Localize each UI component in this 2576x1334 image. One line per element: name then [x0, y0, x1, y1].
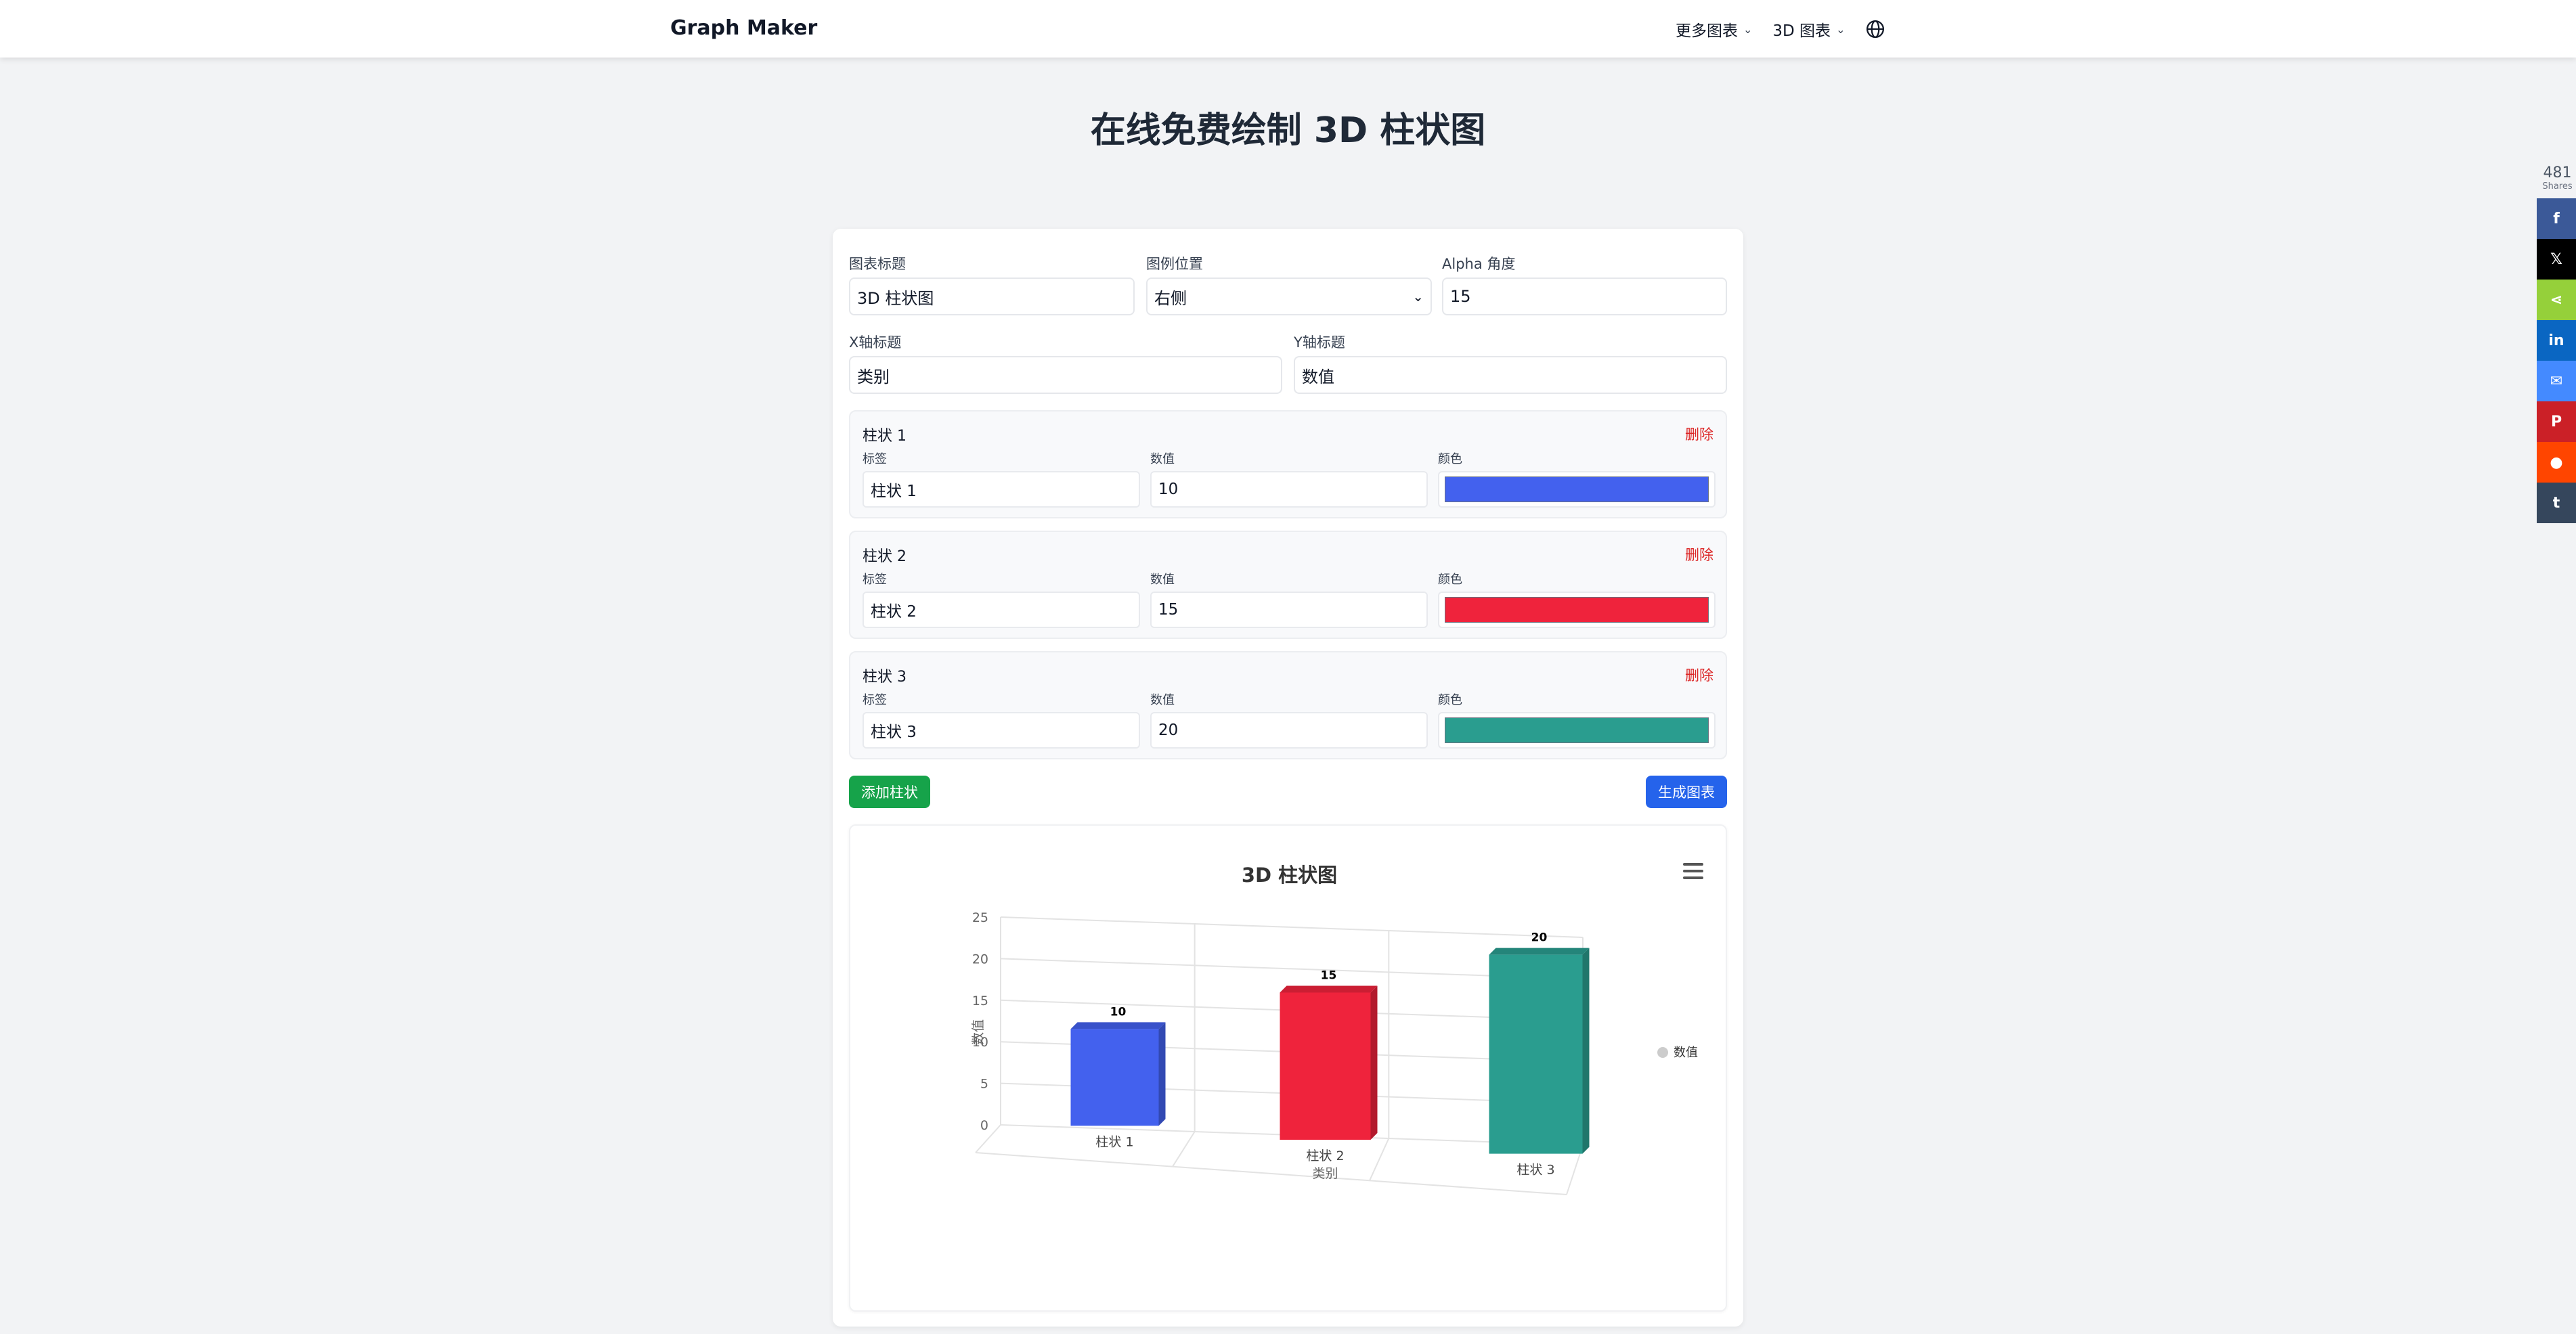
label-caption: 标签: [863, 573, 887, 587]
data-label: 10: [1110, 1005, 1127, 1019]
bar-panel-2: 柱状 2 删除 标签 数值 颜色 柱状 2 15: [849, 531, 1727, 639]
floor-line: [1172, 1131, 1196, 1168]
legend-position-select[interactable]: 右侧 ⌄: [1146, 277, 1432, 315]
color-caption: 颜色: [1438, 452, 1462, 466]
y-tick-label: 15: [972, 994, 988, 1008]
x-category-label: 柱状 3: [1516, 1163, 1554, 1178]
generate-chart-button[interactable]: 生成图表: [1646, 776, 1727, 808]
data-label: 15: [1321, 969, 1337, 983]
x-axis-title-input[interactable]: 类别: [849, 356, 1282, 394]
y-axis-title-input[interactable]: 数值: [1294, 356, 1727, 394]
tumblr-icon[interactable]: t: [2537, 483, 2576, 523]
chevron-down-icon: ⌄: [1412, 288, 1424, 305]
brand-logo[interactable]: Graph Maker: [670, 16, 817, 40]
delete-bar-button[interactable]: 删除: [1685, 544, 1713, 564]
bar-top-face: [1070, 1022, 1166, 1029]
legend-position-value: 右侧: [1154, 288, 1187, 308]
bar-panel-title: 柱状 3: [863, 669, 907, 686]
delete-bar-button[interactable]: 删除: [1685, 424, 1713, 444]
facebook-icon[interactable]: f: [2537, 198, 2576, 239]
gridline-y: [1000, 916, 1584, 938]
bar-value-input[interactable]: 20: [1150, 712, 1428, 749]
bar-top-face: [1280, 985, 1378, 993]
pinterest-icon[interactable]: P: [2537, 401, 2576, 442]
delete-bar-button[interactable]: 删除: [1685, 665, 1713, 685]
bar-color-picker[interactable]: [1438, 712, 1716, 749]
more-charts-menu[interactable]: 更多图表 ⌄: [1676, 18, 1752, 41]
bar-label-input[interactable]: 柱状 1: [863, 471, 1140, 508]
color-swatch: [1445, 717, 1709, 743]
bar-color-picker[interactable]: [1438, 471, 1716, 508]
bar-side-face: [1158, 1022, 1166, 1126]
floor-line: [1369, 1138, 1390, 1181]
bar-chart-3d: 0510152025数值10柱状 115柱状 220柱状 3类别数值: [971, 910, 1698, 1195]
floor-front-edge: [975, 1152, 1567, 1195]
charts-3d-menu[interactable]: 3D 图表 ⌄: [1772, 18, 1845, 41]
legend-position-label: 图例位置: [1146, 256, 1203, 272]
bar-front-face: [1489, 954, 1583, 1154]
bar-top-face: [1489, 948, 1590, 955]
y-tick-label: 25: [972, 910, 988, 925]
data-label: 20: [1531, 931, 1548, 945]
top-navbar: Graph Maker 更多图表 ⌄ 3D 图表 ⌄: [0, 0, 2576, 58]
bar-panel-3: 柱状 3 删除 标签 数值 颜色 柱状 3 20: [849, 651, 1727, 759]
color-caption: 颜色: [1438, 693, 1462, 707]
charts-3d-label: 3D 图表: [1772, 22, 1831, 40]
label-caption: 标签: [863, 452, 887, 466]
value-caption: 数值: [1150, 452, 1175, 466]
value-caption: 数值: [1150, 693, 1175, 707]
language-globe-icon[interactable]: [1865, 19, 1885, 39]
bar-value-input[interactable]: 10: [1150, 471, 1428, 508]
x-axis-title-label: X轴标题: [849, 334, 902, 351]
alpha-angle-input[interactable]: 15: [1442, 277, 1727, 315]
messenger-icon[interactable]: ✉: [2537, 361, 2576, 401]
y-axis-title: 数值: [971, 1019, 986, 1045]
bar-color-picker[interactable]: [1438, 592, 1716, 628]
bar-label-input[interactable]: 柱状 2: [863, 592, 1140, 628]
label-caption: 标签: [863, 693, 887, 707]
bar-front-face: [1070, 1029, 1159, 1126]
color-caption: 颜色: [1438, 573, 1462, 587]
y-tick-label: 20: [972, 952, 988, 966]
x-icon[interactable]: 𝕏: [2537, 239, 2576, 280]
chart-title-label: 图表标题: [849, 256, 906, 272]
nav-menu: 更多图表 ⌄ 3D 图表 ⌄: [1676, 18, 1885, 41]
bar-value-input[interactable]: 15: [1150, 592, 1428, 628]
share-count-number: 481: [2543, 164, 2572, 181]
linkedin-icon[interactable]: in: [2537, 320, 2576, 361]
bar-panel-1: 柱状 1 删除 标签 数值 颜色 柱状 1 10: [849, 410, 1727, 518]
bar-panel-title: 柱状 1: [863, 428, 907, 445]
color-swatch: [1445, 597, 1709, 623]
share-icon[interactable]: ⋖: [2537, 280, 2576, 320]
color-swatch: [1445, 476, 1709, 502]
bar-side-face: [1370, 985, 1378, 1140]
x-axis-title: 类别: [1312, 1166, 1338, 1181]
more-charts-label: 更多图表: [1676, 22, 1738, 40]
chart-title-input[interactable]: 3D 柱状图: [849, 277, 1135, 315]
add-bar-button[interactable]: 添加柱状: [849, 776, 930, 808]
chart-editor-card: 图表标题 3D 柱状图 图例位置 右侧 ⌄ Alpha 角度 15 X轴标题 类…: [833, 229, 1743, 1327]
value-caption: 数值: [1150, 573, 1175, 587]
bar-panel-title: 柱状 2: [863, 548, 907, 565]
chevron-down-icon: ⌄: [1836, 22, 1846, 36]
y-tick-label: 5: [980, 1077, 988, 1092]
alpha-angle-label: Alpha 角度: [1442, 256, 1516, 272]
x-category-label: 柱状 2: [1306, 1149, 1344, 1163]
chart-container: 3D 柱状图 0 5 10 15 20 25 数值 10 柱状 1 15 柱状 2 20 柱状 3 类别数…: [849, 824, 1727, 1312]
share-count-label: Shares: [2542, 181, 2573, 192]
bar-side-face: [1582, 948, 1590, 1154]
share-count: 481 Shares: [2539, 164, 2576, 192]
chevron-down-icon: ⌄: [1743, 22, 1753, 36]
bar-label-input[interactable]: 柱状 3: [863, 712, 1140, 749]
reddit-icon[interactable]: ●: [2537, 442, 2576, 483]
bar-front-face: [1280, 992, 1371, 1140]
y-tick-label: 0: [980, 1118, 988, 1133]
page-title: 在线免费绘制 3D 柱状图: [1090, 110, 1486, 151]
legend-label: 数值: [1674, 1046, 1698, 1060]
legend-marker: [1657, 1047, 1668, 1058]
x-category-label: 柱状 1: [1095, 1134, 1133, 1149]
y-axis-title-label: Y轴标题: [1294, 334, 1345, 351]
